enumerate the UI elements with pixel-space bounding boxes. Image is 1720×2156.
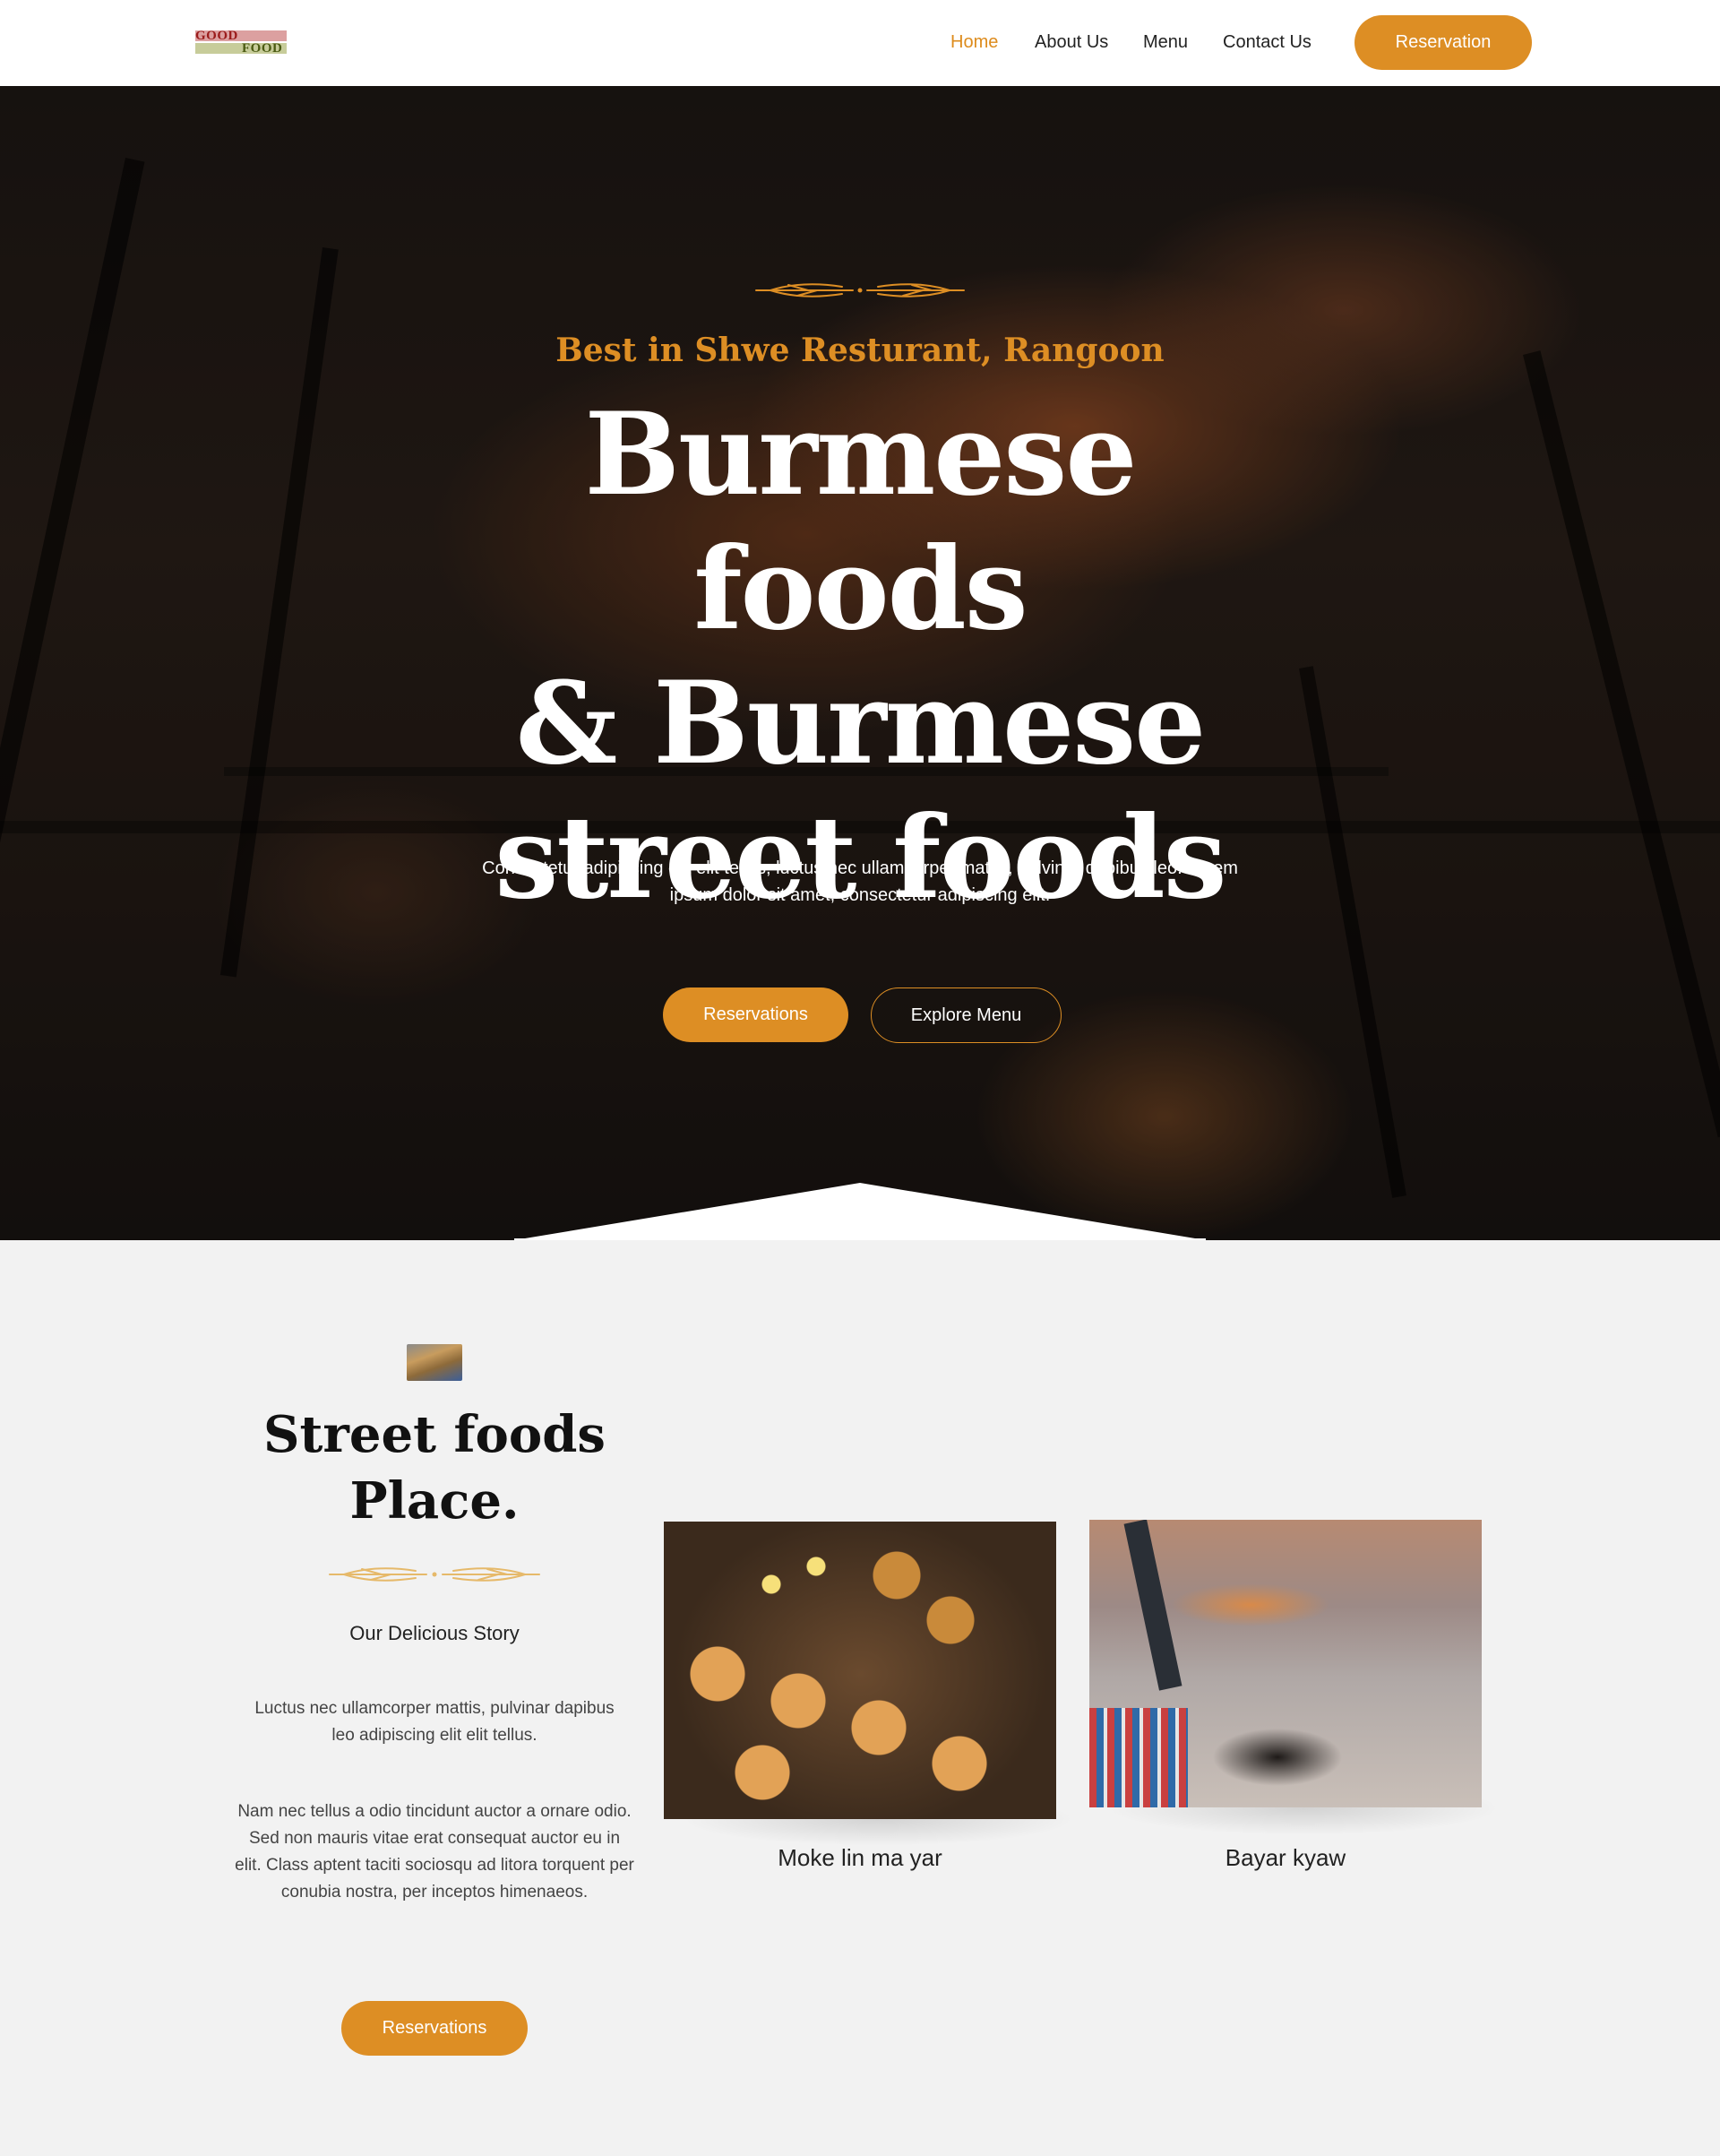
header-reservation-button[interactable]: Reservation: [1354, 15, 1532, 70]
food-name-2: Bayar kyaw: [1225, 1844, 1346, 1871]
story-title-line-2: Place.: [349, 1471, 520, 1531]
logo[interactable]: GOOD FOOD: [195, 29, 287, 56]
hero-title-line-2: & Burmese: [515, 657, 1207, 789]
hero-bottom-divider: [514, 1183, 1206, 1240]
story-title-line-1: Street foods: [263, 1405, 606, 1464]
wheat-ornament-icon: [755, 283, 965, 298]
hero-description-line-1: Consectetur adipiscing elit elit tellus,…: [482, 858, 1238, 878]
logo-text-food: FOOD: [242, 41, 283, 56]
woven-basket: [1089, 1708, 1188, 1807]
hero-subtitle: Best in Shwe Resturant, Rangoon: [555, 332, 1165, 369]
hero-reservations-button[interactable]: Reservations: [663, 987, 848, 1042]
explore-menu-button[interactable]: Explore Menu: [871, 987, 1062, 1043]
story-reservations-button[interactable]: Reservations: [341, 2001, 528, 2056]
nav-about-us[interactable]: About Us: [1035, 32, 1108, 53]
nav-home[interactable]: Home: [950, 32, 998, 53]
hero-title-line-1: Burmese foods: [584, 388, 1137, 655]
nav-contact-us[interactable]: Contact Us: [1223, 32, 1312, 53]
hero-title: Burmese foods & Burmese street foods: [412, 387, 1308, 925]
story-title: Street foods Place.: [224, 1401, 645, 1534]
food-name-1: Moke lin ma yar: [778, 1844, 942, 1871]
wheat-ornament-icon: [329, 1567, 540, 1582]
umbrella-pole: [1123, 1520, 1182, 1691]
logo-text-good: GOOD: [195, 29, 238, 43]
site-header: GOOD FOOD Home About Us Menu Contact Us …: [0, 0, 1720, 86]
story-paragraph-1: Luctus nec ullamcorper mattis, pulvinar …: [254, 1699, 615, 1745]
hero-description: Consectetur adipiscing elit elit tellus,…: [448, 855, 1272, 909]
food-image-moke-lin-ma-yar[interactable]: [664, 1522, 1056, 1819]
hero-section: Best in Shwe Resturant, Rangoon Burmese …: [0, 86, 1720, 1240]
nav-menu[interactable]: Menu: [1143, 32, 1188, 53]
street-food-thumbnail: [407, 1344, 462, 1381]
story-paragraph-2: Nam nec tellus a odio tincidunt auctor a…: [235, 1802, 634, 1902]
story-subtitle: Our Delicious Story: [349, 1622, 520, 1644]
food-image-bayar-kyaw[interactable]: [1089, 1520, 1482, 1807]
hero-description-line-2: ipsum dolor sit amet, consectetur adipis…: [669, 885, 1051, 905]
